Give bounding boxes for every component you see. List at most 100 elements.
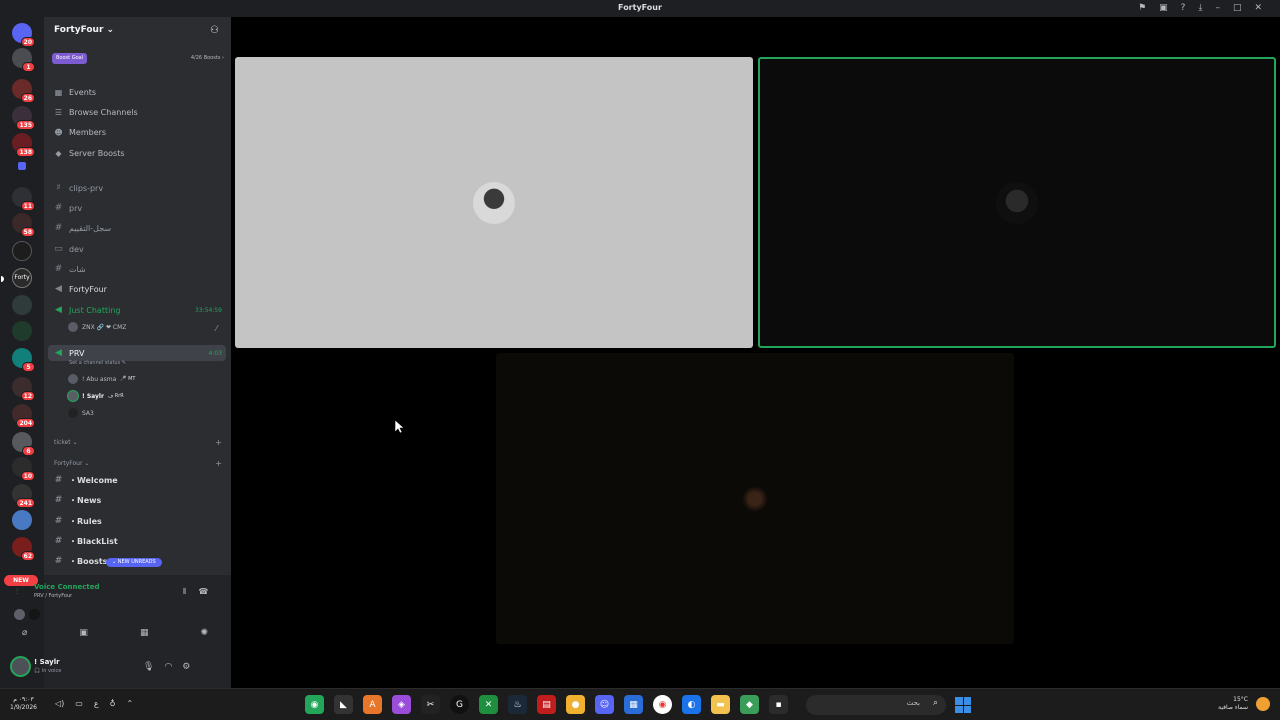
channel-news[interactable]: # ・News xyxy=(54,493,226,507)
chevron-up-icon[interactable]: ⌃ xyxy=(126,699,133,708)
server-icon[interactable]: 135 xyxy=(12,106,35,130)
server-icon[interactable] xyxy=(12,321,32,341)
channel-prv[interactable]: # prv xyxy=(54,201,226,215)
server-icon[interactable]: 204 xyxy=(12,404,35,428)
channel-blacklist[interactable]: # ・BlackList xyxy=(54,534,226,548)
server-fortyfour[interactable]: Forty xyxy=(1,268,32,288)
server-icon[interactable]: 138 xyxy=(12,133,35,157)
category-fortyfour[interactable]: FortyFour ⌄ + xyxy=(54,459,226,468)
invite-icon[interactable]: ⚇ xyxy=(210,25,219,36)
boost-goal-bar[interactable]: Boost Goal 4/26 Boosts › xyxy=(52,53,224,65)
server-icon[interactable]: 10 xyxy=(12,457,35,481)
discord-icon[interactable]: ☺ xyxy=(595,695,614,714)
settings-gear-icon[interactable]: ⚙ xyxy=(182,662,190,672)
category-ticket[interactable]: ticket ⌄ + xyxy=(54,438,226,447)
app-icon[interactable]: ● xyxy=(566,695,585,714)
channel-rules[interactable]: # ・Rules xyxy=(54,514,226,528)
channel-chat[interactable]: # شات xyxy=(54,262,226,276)
inbox-icon[interactable]: ⚑ xyxy=(1138,3,1146,13)
app-icon[interactable]: G xyxy=(450,695,469,714)
app-icon[interactable]: A xyxy=(363,695,382,714)
server-icon[interactable]: 1 xyxy=(12,48,35,72)
app-icon[interactable]: ▤ xyxy=(537,695,556,714)
voice-user[interactable]: SA3 xyxy=(68,407,94,419)
microphone-icon[interactable]: ♁ xyxy=(110,699,116,708)
channel-welcome[interactable]: # ・Welcome xyxy=(54,473,226,487)
headphones-icon[interactable]: ◠ xyxy=(164,662,172,672)
new-servers-pill[interactable]: NEW xyxy=(4,575,38,586)
help-icon[interactable]: ? xyxy=(1181,3,1186,13)
voice-channel-path[interactable]: PRV / FortyFour xyxy=(34,593,72,599)
participant-tile-speaking[interactable] xyxy=(758,57,1276,348)
server-icon[interactable]: 20 xyxy=(12,23,35,47)
server-icon[interactable]: 62 xyxy=(12,537,35,561)
menu-server-boosts[interactable]: ◆ Server Boosts xyxy=(54,149,124,158)
microphone-icon[interactable]: 🎙 xyxy=(143,662,154,672)
start-button-windows-icon[interactable] xyxy=(955,697,971,713)
weather-widget[interactable]: 15°C سماء صافية xyxy=(1218,696,1248,712)
server-icon[interactable] xyxy=(12,295,32,315)
add-channel-icon[interactable]: + xyxy=(215,459,222,468)
channel-status[interactable]: Set a channel status ✎ xyxy=(69,360,126,366)
voice-channel-prv[interactable]: ◀ PRV 4:03 xyxy=(48,345,226,361)
channel-clips-prv[interactable]: ♯ clips-prv xyxy=(54,181,226,195)
file-explorer-icon[interactable]: ▬ xyxy=(711,695,730,714)
close-icon[interactable]: ✕ xyxy=(1254,3,1262,13)
folder-icon[interactable] xyxy=(18,162,26,170)
app-icon[interactable]: ◆ xyxy=(740,695,759,714)
xbox-icon[interactable]: ✕ xyxy=(479,695,498,714)
activities-icon[interactable]: ▦ xyxy=(140,628,149,638)
voice-connected-status[interactable]: Voice Connected xyxy=(34,583,100,591)
channel-fortyfour[interactable]: ◀ FortyFour xyxy=(54,282,226,296)
server-icon[interactable]: 11 xyxy=(12,187,35,211)
participant-tile[interactable] xyxy=(235,57,753,348)
server-icon[interactable] xyxy=(12,241,32,261)
maximize-icon[interactable]: □ xyxy=(1233,3,1242,13)
language-indicator[interactable]: ع xyxy=(94,699,99,708)
app-icon[interactable]: ▪ xyxy=(769,695,788,714)
voice-user-self[interactable]: ! Saylr ف RrR xyxy=(68,390,124,402)
server-name-header[interactable]: FortyFour ⌄ xyxy=(54,25,114,35)
store-icon[interactable]: ▦ xyxy=(624,695,643,714)
network-icon[interactable]: ▭ xyxy=(75,699,83,708)
camera-off-icon[interactable]: ⌀ xyxy=(22,628,27,638)
clock[interactable]: ٠٩:٠٣ م 1/9/2026 xyxy=(10,696,37,712)
app-icon[interactable]: ◣ xyxy=(334,695,353,714)
voice-user[interactable]: ! Abu asma 🎤 MT xyxy=(68,373,135,385)
channel-dev[interactable]: ▭ dev xyxy=(54,242,226,256)
capcut-icon[interactable]: ✂ xyxy=(421,695,440,714)
menu-browse-channels[interactable]: ☰ Browse Channels xyxy=(54,108,138,117)
edge-icon[interactable]: ◐ xyxy=(682,695,701,714)
voice-channel-just-chatting[interactable]: ◀ Just Chatting 33:54:59 xyxy=(54,303,226,317)
add-channel-icon[interactable]: + xyxy=(215,438,222,447)
server-icon[interactable]: 6 xyxy=(12,432,35,456)
server-icon[interactable]: 58 xyxy=(12,213,35,237)
server-icon[interactable] xyxy=(12,510,32,530)
search-bar[interactable]: بحث ⌕ xyxy=(806,695,946,715)
server-icon[interactable]: 26 xyxy=(12,79,35,103)
download-icon[interactable]: ⤓ xyxy=(1198,3,1202,13)
new-unreads-pill[interactable]: ⌄ NEW UNREADS xyxy=(106,558,162,567)
steam-icon[interactable]: ♨ xyxy=(508,695,527,714)
server-icon[interactable]: 241 xyxy=(12,484,35,508)
signal-icon[interactable]: ⫶ xyxy=(16,587,18,597)
channel-log[interactable]: # سجل-التقييم xyxy=(54,221,226,235)
screen-share-icon[interactable]: ▣ xyxy=(1159,3,1168,13)
menu-members[interactable]: ☻ Members xyxy=(54,128,106,137)
menu-events[interactable]: ▦ Events xyxy=(54,88,96,97)
screen-share-icon[interactable]: ▣ xyxy=(79,628,88,638)
soundboard-icon[interactable]: ✺ xyxy=(200,628,208,638)
app-icon[interactable]: ◈ xyxy=(392,695,411,714)
avatar[interactable] xyxy=(12,658,29,675)
chrome-icon[interactable]: ◉ xyxy=(653,695,672,714)
noise-suppression-icon[interactable]: ⫴ xyxy=(183,587,186,597)
weather-icon[interactable] xyxy=(1256,697,1270,711)
username[interactable]: ! Saylr xyxy=(34,658,60,666)
disconnect-icon[interactable]: ☎ xyxy=(198,587,208,597)
voice-user[interactable]: ZNX 🔗 ❤ CMZ xyxy=(68,321,126,333)
server-icon[interactable]: 12 xyxy=(12,377,35,401)
volume-icon[interactable]: ◁) xyxy=(55,699,64,708)
minimize-icon[interactable]: – xyxy=(1215,3,1220,13)
server-icon[interactable]: 5 xyxy=(12,348,35,372)
discord-app-icon[interactable]: ◉ xyxy=(305,695,324,714)
